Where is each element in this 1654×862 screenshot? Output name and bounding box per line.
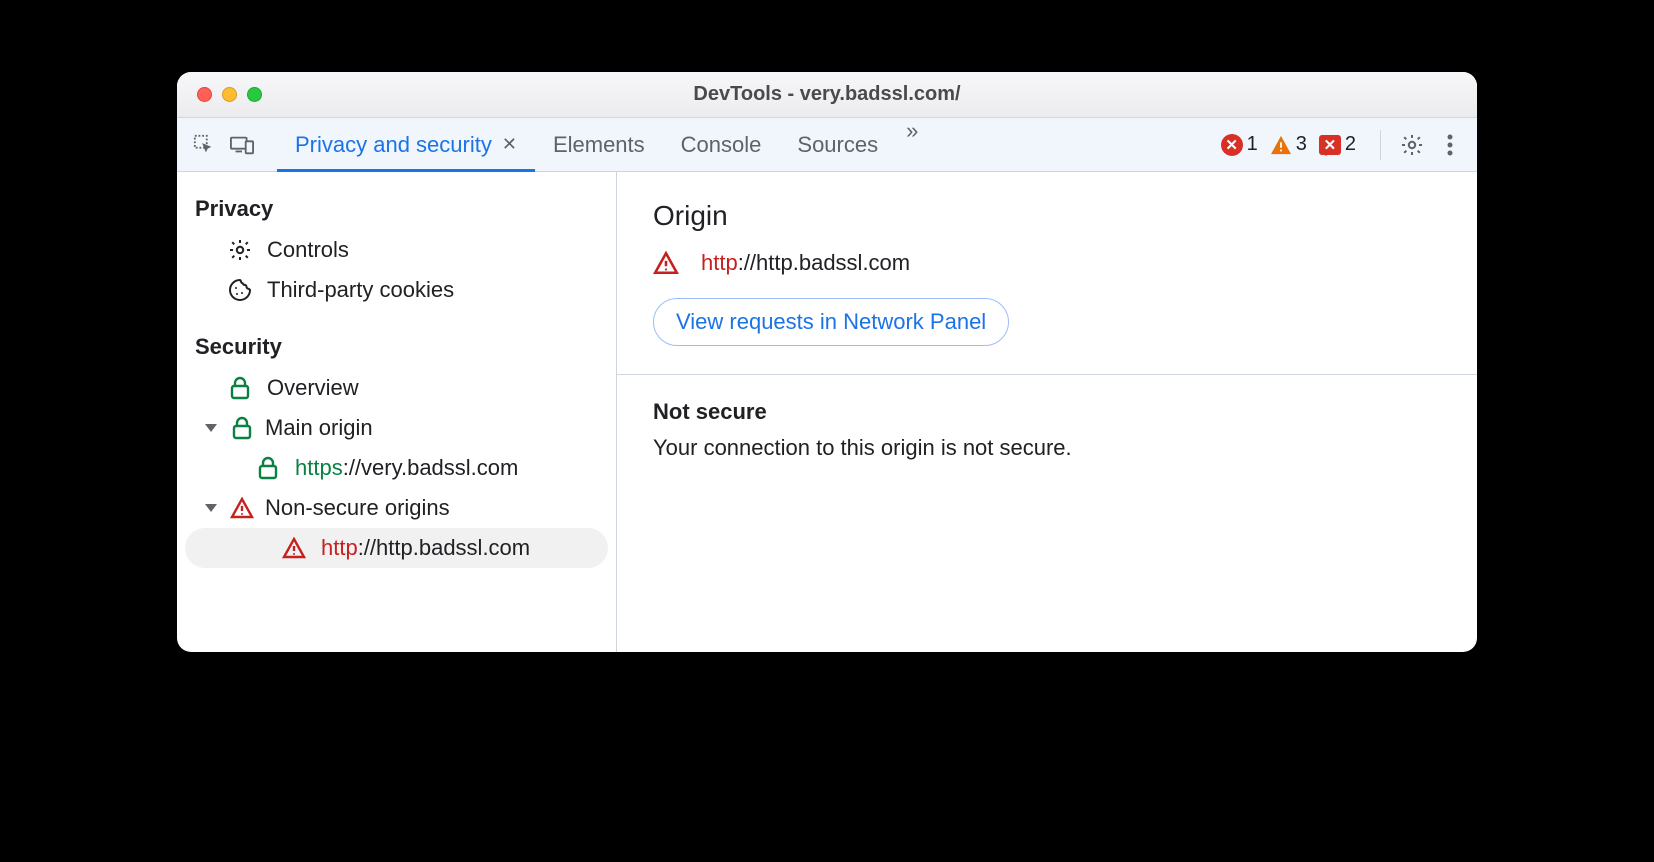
origin-heading: Origin: [653, 200, 1441, 232]
devtools-window: DevTools - very.badssl.com/ Privacy and …: [177, 72, 1477, 652]
window-titlebar: DevTools - very.badssl.com/: [177, 72, 1477, 118]
security-heading: Security: [177, 328, 616, 368]
view-requests-button[interactable]: View requests in Network Panel: [653, 298, 1009, 346]
error-icon: ✕: [1221, 134, 1243, 156]
tab-label: Elements: [553, 132, 645, 158]
message-count: 2: [1345, 133, 1356, 156]
warning-triangle-icon: [281, 535, 307, 561]
sidebar-item-label: Main origin: [265, 415, 373, 441]
settings-gear-icon[interactable]: [1397, 130, 1427, 160]
chevron-down-icon: [205, 504, 217, 512]
tab-label: Privacy and security: [295, 132, 492, 158]
minimize-window-button[interactable]: [222, 87, 237, 102]
sidebar-item-main-origin[interactable]: Main origin: [177, 408, 616, 448]
origin-url: https://very.badssl.com: [295, 455, 518, 481]
warning-count: 3: [1296, 133, 1307, 156]
privacy-heading: Privacy: [177, 190, 616, 230]
sidebar-item-third-party-cookies[interactable]: Third-party cookies: [177, 270, 616, 310]
error-counter[interactable]: ✕ 1: [1221, 133, 1258, 156]
section-divider: [617, 374, 1477, 375]
device-toggle-icon[interactable]: [227, 130, 257, 160]
sidebar-item-nonsecure-url[interactable]: http://http.badssl.com: [185, 528, 608, 568]
warning-triangle-icon: [653, 250, 679, 276]
sidebar-item-label: Third-party cookies: [267, 277, 454, 303]
sidebar-item-controls[interactable]: Controls: [177, 230, 616, 270]
close-tab-icon[interactable]: ✕: [502, 134, 517, 155]
origin-url: http://http.badssl.com: [321, 535, 530, 561]
tab-label: Sources: [797, 132, 878, 158]
warning-icon: [1270, 135, 1292, 155]
warning-counter[interactable]: 3: [1270, 133, 1307, 156]
inspect-element-icon[interactable]: [189, 130, 219, 160]
sidebar-item-label: Controls: [267, 237, 349, 263]
tab-strip: Privacy and security ✕ Elements Console …: [277, 118, 928, 171]
tab-label: Console: [681, 132, 762, 158]
cookie-icon: [227, 277, 253, 303]
sidebar-item-label: Non-secure origins: [265, 495, 450, 521]
tab-console[interactable]: Console: [663, 118, 780, 171]
sidebar-item-label: Overview: [267, 375, 359, 401]
sidebar-item-main-origin-url[interactable]: https://very.badssl.com: [177, 448, 616, 488]
origin-url-line: http://http.badssl.com: [653, 250, 1441, 276]
chevron-down-icon: [205, 424, 217, 432]
devtools-toolbar: Privacy and security ✕ Elements Console …: [177, 118, 1477, 172]
close-window-button[interactable]: [197, 87, 212, 102]
lock-icon: [227, 375, 253, 401]
window-title: DevTools - very.badssl.com/: [693, 83, 960, 106]
tab-elements[interactable]: Elements: [535, 118, 663, 171]
zoom-window-button[interactable]: [247, 87, 262, 102]
tabs-overflow-icon[interactable]: »: [896, 118, 928, 171]
lock-icon: [255, 455, 281, 481]
message-counter[interactable]: ✕ 2: [1319, 133, 1356, 156]
not-secure-body: Your connection to this origin is not se…: [653, 435, 1441, 461]
warning-triangle-icon: [229, 495, 255, 521]
traffic-lights: [177, 87, 262, 102]
message-icon: ✕: [1319, 135, 1341, 155]
origin-detail-panel: Origin http://http.badssl.com View reque…: [617, 172, 1477, 652]
tab-privacy-security[interactable]: Privacy and security ✕: [277, 118, 535, 171]
toolbar-divider: [1380, 130, 1381, 160]
tab-sources[interactable]: Sources: [779, 118, 896, 171]
gear-icon: [227, 237, 253, 263]
content-area: Privacy Controls Third-party cookies Sec…: [177, 172, 1477, 652]
sidebar-item-overview[interactable]: Overview: [177, 368, 616, 408]
sidebar-item-nonsecure-origins[interactable]: Non-secure origins: [177, 488, 616, 528]
security-sidebar: Privacy Controls Third-party cookies Sec…: [177, 172, 617, 652]
error-count: 1: [1247, 133, 1258, 156]
not-secure-title: Not secure: [653, 399, 1441, 425]
lock-icon: [229, 415, 255, 441]
issue-counters: ✕ 1 3 ✕ 2: [1221, 133, 1364, 156]
origin-url: http://http.badssl.com: [701, 250, 910, 276]
kebab-menu-icon[interactable]: [1435, 130, 1465, 160]
